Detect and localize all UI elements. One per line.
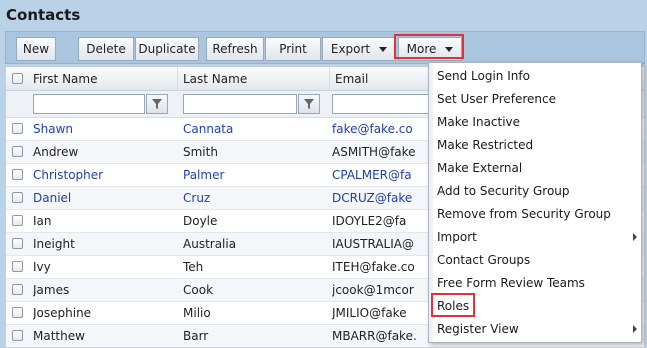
email-cell[interactable]: CPALMER@fa — [332, 164, 432, 186]
column-header-last-name[interactable]: Last Name — [178, 67, 330, 91]
last-name-filter-input[interactable] — [183, 94, 297, 114]
menu-item-send-login-info[interactable]: Send Login Info — [437, 65, 637, 87]
first-name-cell: Josephine — [33, 306, 92, 320]
menu-item-remove-from-security-group[interactable]: Remove from Security Group — [437, 203, 637, 225]
email-filter-input[interactable] — [332, 94, 442, 114]
last-name-cell[interactable]: Cannata — [183, 118, 323, 140]
row-checkbox[interactable] — [12, 215, 23, 226]
last-name-cell[interactable]: Cruz — [183, 187, 323, 209]
filter-icon — [304, 99, 314, 109]
first-name-cell: Andrew — [33, 145, 79, 159]
toolbar: New Delete Duplicate Refresh Print Expor… — [5, 31, 645, 64]
last-name-cell: Doyle — [183, 214, 218, 228]
first-name-cell: Ineight — [33, 237, 75, 251]
more-button-highlight — [394, 34, 464, 59]
email-cell[interactable]: fake@fake.co — [332, 118, 432, 140]
row-checkbox[interactable] — [12, 146, 23, 157]
delete-button[interactable]: Delete — [78, 37, 134, 61]
last-name-cell: Milio — [183, 306, 211, 320]
email-cell[interactable]: DCRUZ@fake — [332, 187, 432, 209]
row-checkbox[interactable] — [12, 123, 23, 134]
row-checkbox[interactable] — [12, 192, 23, 203]
filter-icon — [152, 99, 162, 109]
last-name-cell: Cook — [183, 283, 214, 297]
menu-item-import[interactable]: Import — [437, 226, 637, 248]
menu-item-make-restricted[interactable]: Make Restricted — [437, 134, 637, 156]
menu-item-register-view[interactable]: Register View — [437, 318, 637, 340]
last-name-cell: Barr — [183, 329, 209, 343]
chevron-right-icon — [633, 325, 637, 333]
first-name-cell[interactable]: Shawn — [33, 118, 173, 140]
chevron-down-icon — [379, 46, 388, 52]
email-cell: IAUSTRALIA@ — [332, 237, 414, 251]
column-header-first-name[interactable]: First Name — [28, 67, 178, 91]
email-cell: JMILIO@fake — [332, 306, 407, 320]
chevron-right-icon — [633, 233, 637, 241]
first-name-cell: Ivy — [33, 260, 51, 274]
last-name-cell: Teh — [183, 260, 204, 274]
first-name-cell: Ian — [33, 214, 52, 228]
email-cell: IDOYLE2@fa — [332, 214, 407, 228]
first-name-filter-button[interactable] — [146, 94, 168, 114]
row-checkbox[interactable] — [12, 169, 23, 180]
duplicate-button[interactable]: Duplicate — [135, 37, 199, 61]
first-name-filter-input[interactable] — [33, 94, 145, 114]
row-checkbox[interactable] — [12, 238, 23, 249]
menu-item-free-form-review-teams[interactable]: Free Form Review Teams — [437, 272, 637, 294]
row-checkbox[interactable] — [12, 307, 23, 318]
row-checkbox[interactable] — [12, 261, 23, 272]
menu-item-make-external[interactable]: Make External — [437, 157, 637, 179]
last-name-cell: Smith — [183, 145, 218, 159]
last-name-cell[interactable]: Palmer — [183, 164, 323, 186]
first-name-cell[interactable]: Daniel — [33, 187, 173, 209]
export-button[interactable]: Export — [322, 37, 396, 61]
new-button[interactable]: New — [16, 37, 56, 61]
print-button[interactable]: Print — [265, 37, 321, 61]
last-name-cell: Australia — [183, 237, 237, 251]
roles-highlight — [431, 293, 475, 317]
first-name-cell[interactable]: Christopher — [33, 164, 173, 186]
menu-item-set-user-preference[interactable]: Set User Preference — [437, 88, 637, 110]
menu-item-make-inactive[interactable]: Make Inactive — [437, 111, 637, 133]
email-cell: ITEH@fake.co — [332, 260, 415, 274]
menu-item-add-to-security-group[interactable]: Add to Security Group — [437, 180, 637, 202]
select-all-checkbox[interactable] — [12, 73, 23, 84]
refresh-button[interactable]: Refresh — [206, 37, 264, 61]
row-checkbox[interactable] — [12, 330, 23, 341]
email-cell: ASMITH@fake — [332, 145, 416, 159]
first-name-cell: James — [33, 283, 70, 297]
last-name-filter-button[interactable] — [298, 94, 320, 114]
page-title: Contacts — [6, 6, 81, 24]
first-name-cell: Matthew — [33, 329, 85, 343]
menu-item-contact-groups[interactable]: Contact Groups — [437, 249, 637, 271]
email-cell: MBARR@fake. — [332, 329, 417, 343]
row-checkbox[interactable] — [12, 284, 23, 295]
email-cell: jcook@1mcor — [332, 283, 414, 297]
